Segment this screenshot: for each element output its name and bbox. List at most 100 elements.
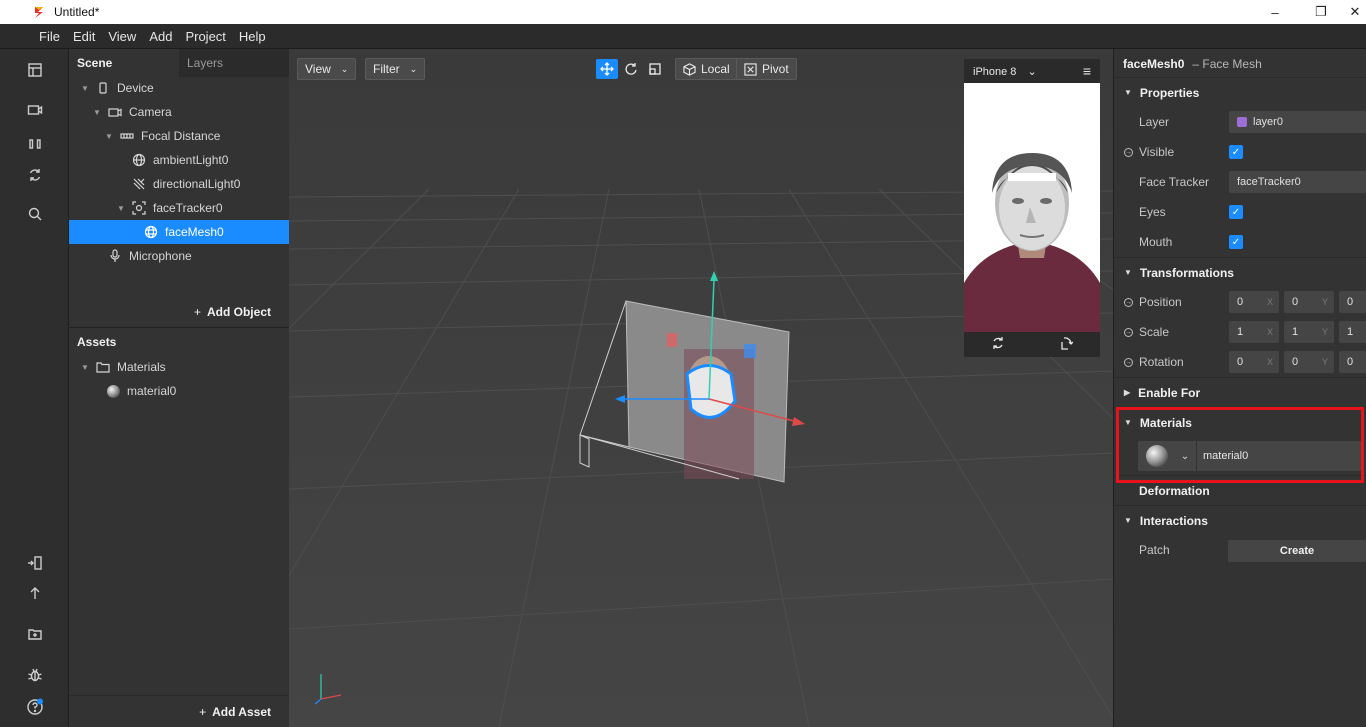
assets-panel: Assets ▼ Materials material0 + Add Asset (69, 327, 289, 727)
help-icon[interactable] (0, 692, 69, 722)
import-icon[interactable] (0, 548, 69, 578)
expand-caret-icon[interactable]: ▼ (93, 108, 103, 117)
preview-menu-icon[interactable]: ≡ (1083, 63, 1091, 79)
position-z-field[interactable]: 0 (1339, 291, 1366, 313)
scale-tool-button[interactable] (644, 59, 666, 79)
connect-arrow-icon[interactable]: → (1124, 327, 1133, 337)
scale-icon (649, 63, 661, 75)
search-icon[interactable] (0, 199, 69, 229)
device-selector-label: iPhone 8 (973, 65, 1017, 78)
prop-face-tracker: Face Tracker faceTracker0 (1114, 167, 1366, 197)
position-x-field[interactable]: 0X (1229, 291, 1279, 313)
filter-dropdown[interactable]: Filter ⌄ (365, 58, 426, 80)
bug-icon[interactable] (0, 660, 69, 690)
axis-x-label: X (1266, 327, 1273, 337)
menu-project[interactable]: Project (185, 29, 225, 44)
menu-file[interactable]: File (39, 29, 60, 44)
layer-select[interactable]: layer0 (1229, 111, 1366, 133)
menu-help[interactable]: Help (239, 29, 266, 44)
prop-visible: → Visible ✓ (1114, 137, 1366, 167)
section-title: Deformation (1139, 483, 1210, 498)
pause-icon[interactable] (0, 129, 69, 159)
add-object-button[interactable]: + Add Object (194, 305, 271, 319)
scale-z-value: 1 (1347, 326, 1354, 338)
mouth-checkbox[interactable]: ✓ (1229, 235, 1243, 249)
view-dropdown[interactable]: View ⌄ (297, 58, 357, 80)
add-asset-button[interactable]: + Add Asset (199, 705, 271, 719)
phone-icon (95, 80, 111, 96)
tree-item-label: Materials (117, 360, 166, 374)
tree-item-microphone[interactable]: Microphone (69, 244, 289, 268)
section-properties[interactable]: ▼ Properties (1114, 77, 1366, 107)
scene-viewport[interactable]: View ⌄ Filter ⌄ Local Pivot iPhone 8 ⌄ ≡ (289, 49, 1113, 727)
close-button[interactable]: ✕ (1344, 0, 1366, 24)
rotate-device-icon[interactable] (1059, 336, 1074, 353)
tree-item-device[interactable]: ▼ Device (69, 76, 289, 100)
tree-item-label: faceMesh0 (165, 225, 224, 239)
section-transformations[interactable]: ▼ Transformations (1114, 257, 1366, 287)
prop-layer: Layer layer0 (1114, 107, 1366, 137)
tree-item-label: Camera (129, 105, 172, 119)
menu-add[interactable]: Add (149, 29, 172, 44)
prop-scale: → Scale 1X 1Y 1 (1114, 317, 1366, 347)
expand-caret-icon[interactable]: ▼ (117, 204, 127, 213)
add-folder-icon[interactable] (0, 619, 69, 649)
inspector-header: faceMesh0 – Face Mesh (1114, 49, 1366, 79)
tree-item-ambient-light[interactable]: ambientLight0 (69, 148, 289, 172)
chevron-down-icon: ⌄ (409, 63, 418, 74)
menu-edit[interactable]: Edit (73, 29, 95, 44)
section-interactions[interactable]: ▼ Interactions (1114, 505, 1366, 535)
camera-icon[interactable] (0, 95, 69, 125)
section-enable-for[interactable]: ▶ Enable For (1114, 377, 1366, 407)
tab-scene[interactable]: Scene (69, 49, 179, 77)
eyes-checkbox[interactable]: ✓ (1229, 205, 1243, 219)
tree-item-materials-folder[interactable]: ▼ Materials (69, 355, 289, 379)
tree-item-face-tracker[interactable]: ▼ faceTracker0 (69, 196, 289, 220)
tree-item-material0[interactable]: material0 (69, 379, 289, 403)
chevron-down-icon: ⌄ (340, 63, 349, 74)
collapse-triangle-icon: ▼ (1124, 516, 1132, 525)
minimize-button[interactable]: – (1252, 0, 1298, 24)
menu-view[interactable]: View (108, 29, 136, 44)
focal-distance-icon (119, 128, 135, 144)
prop-label: → Rotation (1124, 355, 1184, 369)
restore-button[interactable]: ❐ (1298, 0, 1344, 24)
scale-x-field[interactable]: 1X (1229, 321, 1279, 343)
rotation-z-field[interactable]: 0 (1339, 351, 1366, 373)
tree-item-label: faceTracker0 (153, 201, 223, 215)
connect-arrow-icon[interactable]: → (1124, 357, 1133, 367)
scale-z-field[interactable]: 1 (1339, 321, 1366, 343)
tree-item-face-mesh[interactable]: faceMesh0 (69, 220, 289, 244)
sync-icon[interactable] (0, 160, 69, 190)
rotate-tool-button[interactable] (620, 59, 642, 79)
face-mesh-object[interactable] (685, 364, 737, 419)
rotation-y-field[interactable]: 0Y (1284, 351, 1334, 373)
expand-caret-icon[interactable]: ▼ (105, 132, 115, 141)
prop-label: Eyes (1139, 205, 1166, 219)
position-y-field[interactable]: 0Y (1284, 291, 1334, 313)
device-selector[interactable]: iPhone 8 ⌄ (973, 65, 1037, 78)
upload-icon[interactable] (0, 578, 69, 608)
section-title: Properties (1139, 85, 1200, 100)
spark-logo-icon (32, 5, 46, 19)
position-y-value: 0 (1292, 296, 1299, 308)
scale-y-field[interactable]: 1Y (1284, 321, 1334, 343)
pivot-toggle-button[interactable]: Pivot (736, 58, 797, 80)
expand-caret-icon[interactable]: ▼ (81, 84, 91, 93)
connect-arrow-icon[interactable]: → (1124, 147, 1133, 157)
face-tracker-select[interactable]: faceTracker0 (1229, 171, 1366, 193)
tree-item-camera[interactable]: ▼ Camera (69, 100, 289, 124)
switch-camera-icon[interactable] (991, 336, 1005, 353)
tree-item-focal-distance[interactable]: ▼ Focal Distance (69, 124, 289, 148)
rotation-x-field[interactable]: 0X (1229, 351, 1279, 373)
local-toggle-button[interactable]: Local (675, 58, 738, 80)
expand-caret-icon[interactable]: ▼ (81, 363, 91, 372)
rotation-x-value: 0 (1237, 356, 1244, 368)
tree-item-directional-light[interactable]: directionalLight0 (69, 172, 289, 196)
connect-arrow-icon[interactable]: → (1124, 297, 1133, 307)
layout-icon[interactable] (0, 55, 69, 85)
visible-checkbox[interactable]: ✓ (1229, 145, 1243, 159)
tab-layers[interactable]: Layers (179, 49, 289, 77)
move-tool-button[interactable] (596, 59, 618, 79)
create-patch-button[interactable]: Create (1228, 540, 1366, 562)
